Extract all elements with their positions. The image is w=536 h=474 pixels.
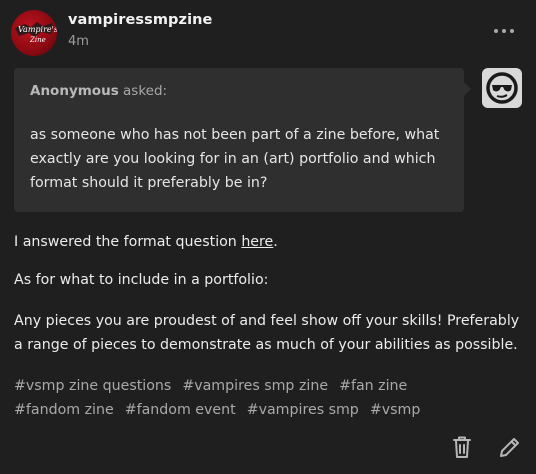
avatar-text-line2: Zine bbox=[29, 36, 46, 44]
more-options-icon bbox=[494, 29, 498, 33]
answer-paragraph-1: I answered the format question here. bbox=[14, 230, 526, 254]
tag[interactable]: #fandom event bbox=[125, 398, 236, 422]
delete-button[interactable] bbox=[450, 434, 474, 460]
tag[interactable]: #vsmp zine questions bbox=[14, 374, 171, 398]
answer-text: I answered the format question bbox=[14, 234, 242, 250]
tag-list: #vsmp zine questions #vampires smp zine #f… bbox=[14, 374, 526, 422]
ask-header: Anonymous asked: bbox=[30, 83, 167, 99]
sunglasses-face-icon bbox=[486, 72, 518, 104]
post-timestamp: 4m bbox=[68, 34, 89, 49]
avatar-logo: Vampire's Zine bbox=[15, 22, 57, 44]
answer-text: Any pieces you are proudest of and feel … bbox=[14, 313, 520, 329]
more-options-icon bbox=[502, 29, 506, 33]
tag[interactable]: #vsmp bbox=[370, 398, 421, 422]
tag[interactable]: #fan zine bbox=[339, 374, 407, 398]
answer-text: . bbox=[273, 234, 278, 250]
asker-avatar[interactable] bbox=[482, 68, 522, 108]
tag[interactable]: #fandom zine bbox=[14, 398, 114, 422]
edit-button[interactable] bbox=[497, 434, 521, 460]
more-options-icon bbox=[510, 29, 514, 33]
avatar-text-line1: Vampire's bbox=[18, 25, 57, 34]
format-answer-link[interactable]: here bbox=[241, 234, 273, 250]
answer-paragraph-2: As for what to include in a portfolio: bbox=[14, 272, 269, 288]
ask-question: as someone who has not been part of a zi… bbox=[30, 127, 440, 191]
tag[interactable]: #vampires smp bbox=[247, 398, 359, 422]
tag[interactable]: #vampires smp zine bbox=[182, 374, 328, 398]
asked-label: asked: bbox=[123, 83, 168, 99]
answer-paragraph-3: Any pieces you are proudest of and feel … bbox=[14, 309, 526, 357]
asker-name[interactable]: Anonymous bbox=[30, 83, 119, 99]
answer-text: a range of pieces to demonstrate as much… bbox=[14, 337, 518, 353]
post-card: Vampire's Zine vampiressmpzine 4m Anonym… bbox=[0, 0, 536, 474]
blog-avatar[interactable]: Vampire's Zine bbox=[11, 10, 57, 56]
pencil-icon bbox=[500, 438, 519, 457]
blog-name[interactable]: vampiressmpzine bbox=[68, 12, 213, 28]
more-options-button[interactable] bbox=[494, 21, 518, 41]
trash-icon bbox=[453, 436, 471, 458]
ask-bubble: Anonymous asked: as someone who has not … bbox=[14, 68, 471, 212]
